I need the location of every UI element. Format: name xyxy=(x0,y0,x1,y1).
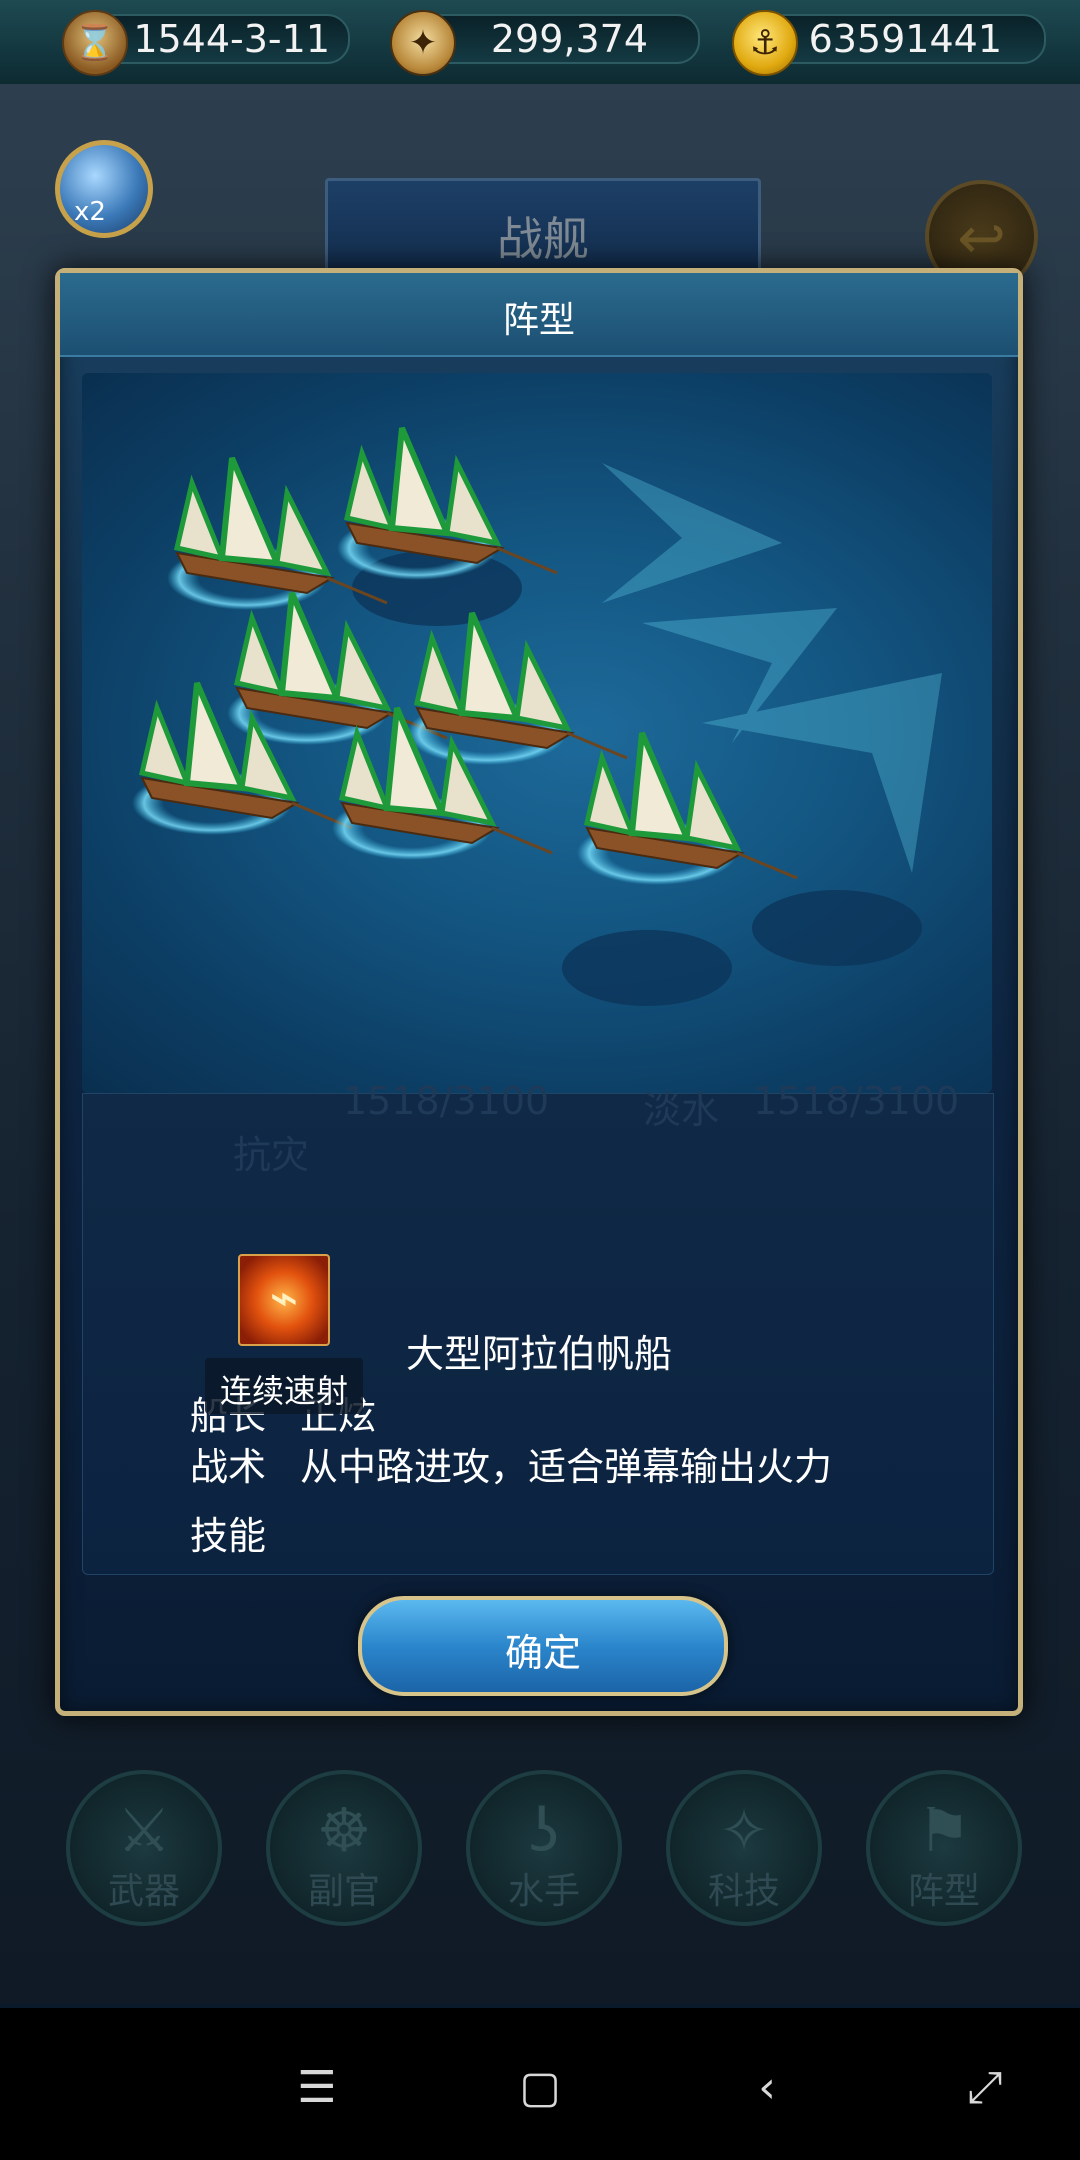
menu-weapons-button[interactable]: ⚔ 武器 xyxy=(66,1770,222,1926)
date-value: 1544-3-11 xyxy=(133,17,330,61)
menu-formation-button[interactable]: ⚑ 阵型 xyxy=(866,1770,1022,1926)
compass-icon: ✧ xyxy=(718,1796,770,1866)
hook-icon: ʖ xyxy=(528,1796,560,1866)
resource-bar: ⌛ 1544-3-11 ✦ 299,374 ⚓ 63591441 xyxy=(0,0,1080,87)
confirm-button[interactable]: 确定 xyxy=(358,1596,728,1696)
home-icon[interactable]: ▢ xyxy=(500,2048,580,2128)
screenshot-icon[interactable]: ⤢ xyxy=(945,2048,1025,2128)
flag-icon: ⚑ xyxy=(917,1796,971,1866)
formation-dialog: 阵型 抗灾 1518/3100 淡水 1518/3100 大型阿拉伯帆船 船长 … xyxy=(55,268,1023,1716)
zoom-badge: x2 xyxy=(74,197,106,227)
page-title: 战舰 xyxy=(497,212,589,266)
compass-resource: ✦ 299,374 xyxy=(390,10,700,76)
ship-group xyxy=(132,426,798,885)
ship-name: 大型阿拉伯帆船 xyxy=(405,1332,672,1376)
ship-4 xyxy=(407,611,628,765)
compass-value: 299,374 xyxy=(490,17,648,61)
skill-label: 技能 xyxy=(190,1514,267,1558)
system-nav-bar: ☰ ▢ ‹ ⤢ xyxy=(0,2008,1080,2160)
gold-value: 63591441 xyxy=(808,17,1002,61)
menu-icon[interactable]: ☰ xyxy=(277,2048,357,2128)
menu-tech-button[interactable]: ✧ 科技 xyxy=(666,1770,822,1926)
tactic-value: 从中路进攻，适合弹幕输出火力 xyxy=(300,1445,833,1489)
sword-icon: ⚔ xyxy=(117,1796,171,1866)
gold-resource: ⚓ 63591441 xyxy=(732,10,1046,76)
helm-icon: ☸ xyxy=(317,1796,371,1866)
hourglass-icon: ⌛ xyxy=(62,10,128,76)
skill-name-tag: 连续速射 xyxy=(205,1358,363,1414)
skill-name: 连续速射 xyxy=(219,1372,348,1410)
dialog-title: 阵型 xyxy=(502,300,575,341)
back-icon[interactable]: ‹ xyxy=(727,2048,807,2128)
confirm-label: 确定 xyxy=(504,1631,581,1675)
tactic-label: 战术 xyxy=(190,1445,267,1489)
ship-7 xyxy=(577,731,798,885)
ship-2 xyxy=(337,426,558,580)
formation-sea-view xyxy=(82,373,992,1093)
back-arrow-icon: ↩ xyxy=(957,204,1006,272)
menu-sailors-button[interactable]: ʖ 水手 xyxy=(466,1770,622,1926)
formation-illustration xyxy=(132,426,942,1006)
skill-rapid-fire-icon[interactable]: ⌁ xyxy=(238,1254,330,1346)
gold-coin-icon: ⚓ xyxy=(732,10,798,76)
compass-icon: ✦ xyxy=(390,10,456,76)
menu-officer-button[interactable]: ☸ 副官 xyxy=(266,1770,422,1926)
date-display: ⌛ 1544-3-11 xyxy=(62,10,350,76)
magnifier-button[interactable]: x2 xyxy=(55,140,153,238)
dialog-header: 阵型 xyxy=(60,273,1018,357)
